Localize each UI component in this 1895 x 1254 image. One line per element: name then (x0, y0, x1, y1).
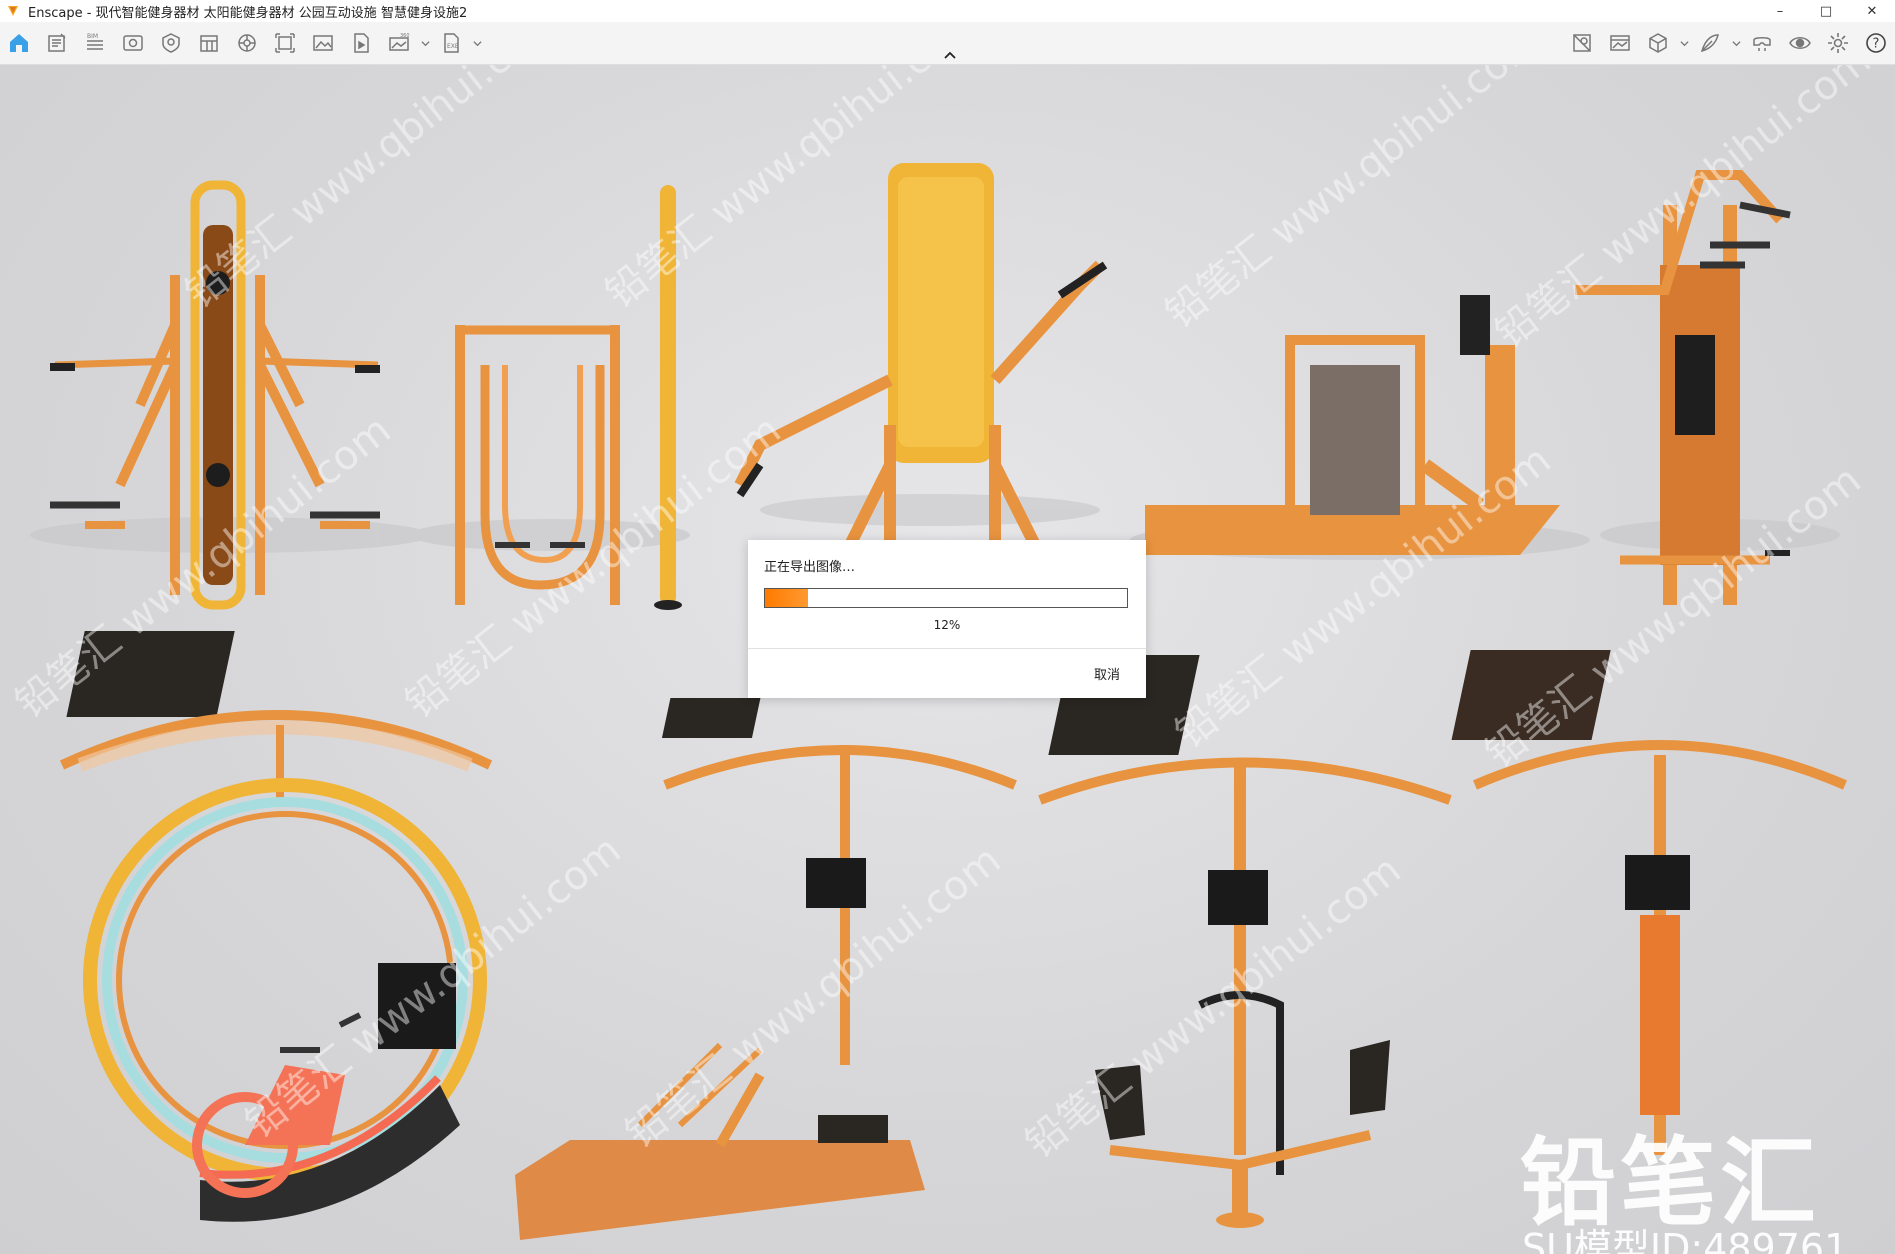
close-button[interactable]: ✕ (1849, 0, 1895, 22)
dialog-divider (748, 648, 1146, 649)
video-button[interactable] (342, 26, 380, 60)
gallery-button[interactable] (1601, 26, 1639, 60)
screenshot-button[interactable] (304, 26, 342, 60)
video-icon (354, 33, 369, 53)
material-icon (200, 35, 218, 52)
batch-render-button[interactable] (266, 26, 304, 60)
sketch-icon (1700, 34, 1719, 53)
screenshot-icon (313, 35, 333, 51)
svg-text:BIM: BIM (87, 33, 98, 40)
material-button[interactable] (190, 26, 228, 60)
panorama-button[interactable]: 360 (380, 26, 418, 60)
export-progress-percent: 12% (933, 618, 961, 632)
atmosphere-icon (162, 33, 180, 53)
view-icon (123, 35, 143, 51)
asset-icon (238, 34, 256, 52)
svg-text:EXE: EXE (447, 43, 459, 50)
bim-button[interactable]: BIM (76, 26, 114, 60)
export-progress-dialog: 正在导出图像… 12% 取消 (748, 540, 1146, 698)
maximize-button[interactable]: □ (1803, 0, 1849, 22)
help-icon: ? (1866, 33, 1886, 53)
export-progress-fill (765, 589, 809, 607)
settings-icon (1828, 33, 1848, 53)
panorama-dropdown[interactable] (418, 26, 432, 60)
visibility-button[interactable] (1781, 26, 1819, 60)
chevron-down-icon (1731, 40, 1741, 46)
visibility-icon (1789, 37, 1811, 49)
batch-render-icon (275, 33, 295, 53)
panorama-icon: 360 (389, 33, 410, 51)
chevron-down-icon (420, 40, 430, 46)
vr-button[interactable] (1743, 26, 1781, 60)
atmosphere-button[interactable] (152, 26, 190, 60)
title-bar: Enscape - 现代智能健身器材 太阳能健身器材 公园互动设施 智慧健身设施… (0, 0, 1895, 22)
window-title: Enscape - 现代智能健身器材 太阳能健身器材 公园互动设施 智慧健身设施… (28, 5, 468, 21)
home-icon (10, 34, 28, 52)
chevron-down-icon (1679, 40, 1689, 46)
asset-button[interactable] (228, 26, 266, 60)
sketch-button[interactable] (1691, 26, 1729, 60)
settings-button[interactable] (1819, 26, 1857, 60)
export-dropdown[interactable] (470, 26, 484, 60)
vr-icon (1753, 37, 1771, 51)
collapse-toolbar-button[interactable] (938, 48, 962, 62)
minimize-button[interactable]: – (1757, 0, 1803, 22)
cube-icon (1649, 33, 1667, 53)
cube-dropdown[interactable] (1677, 26, 1691, 60)
export-status-text: 正在导出图像… (764, 560, 856, 575)
export-progress-bar (764, 588, 1128, 608)
view-settings-button[interactable] (114, 26, 152, 60)
gallery-icon (1610, 35, 1630, 51)
export-icon: EXE (444, 33, 459, 53)
watermark-model-id: SU模型ID:489761 (1522, 1226, 1849, 1254)
chevron-up-icon (944, 51, 956, 59)
enscape-logo-icon (8, 6, 18, 16)
help-button[interactable]: ? (1857, 26, 1895, 60)
svg-text:?: ? (1873, 37, 1880, 52)
bim-icon: BIM (87, 33, 103, 50)
export-button[interactable]: EXE (432, 26, 470, 60)
asset-library-button[interactable] (1563, 26, 1601, 60)
svg-text:360: 360 (400, 33, 410, 39)
cancel-export-button[interactable]: 取消 (1094, 664, 1120, 683)
cube-button[interactable] (1639, 26, 1677, 60)
project-icon (48, 33, 66, 52)
home-button[interactable] (0, 26, 38, 60)
sketch-dropdown[interactable] (1729, 26, 1743, 60)
chevron-down-icon (472, 40, 482, 46)
project-button[interactable] (38, 26, 76, 60)
asset-library-icon (1573, 34, 1591, 52)
